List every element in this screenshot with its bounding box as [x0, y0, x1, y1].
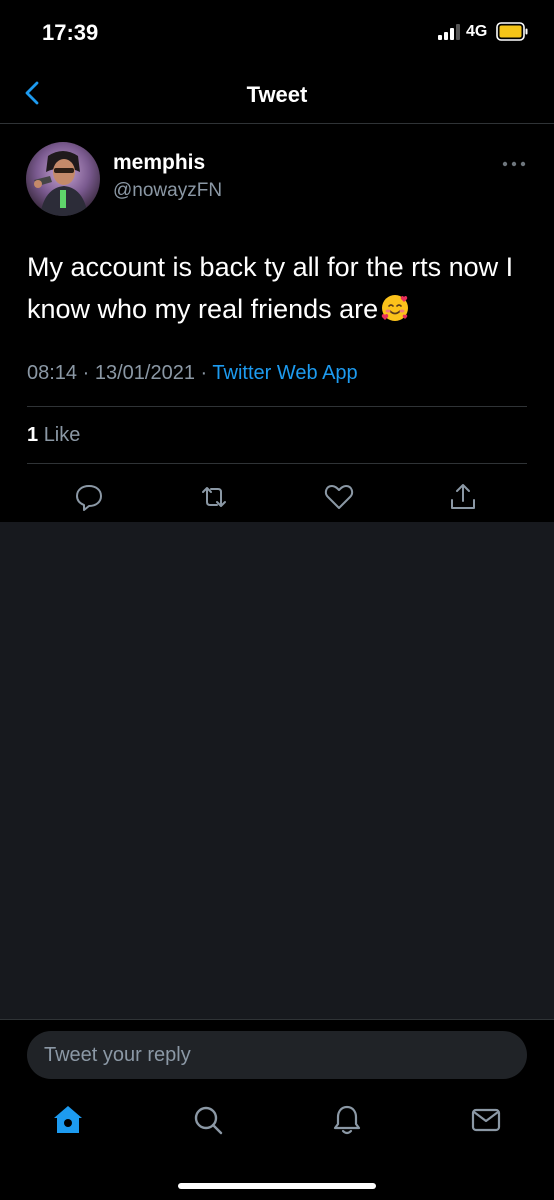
- tweet-actions: [0, 476, 554, 518]
- search-icon[interactable]: [191, 1103, 225, 1137]
- nav-header: Tweet: [0, 66, 554, 124]
- battery-icon: [496, 22, 528, 41]
- tweet-meta: 08:14 · 13/01/2021 · Twitter Web App: [27, 362, 358, 385]
- share-icon[interactable]: [446, 480, 480, 514]
- status-time: 17:39: [42, 20, 99, 45]
- like-count: 1: [27, 424, 39, 446]
- likes-row[interactable]: 1 Like: [27, 424, 80, 447]
- reply-icon[interactable]: [72, 480, 106, 514]
- divider: [27, 463, 527, 464]
- tweet-text: My account is back ty all for the rts no…: [27, 246, 527, 330]
- display-name[interactable]: memphis: [113, 151, 205, 175]
- more-options-icon[interactable]: [502, 160, 526, 168]
- divider: [27, 406, 527, 407]
- tweet-date: 13/01/2021: [94, 362, 195, 384]
- page-title: Tweet: [246, 82, 308, 107]
- user-handle[interactable]: @nowayzFN: [113, 180, 222, 202]
- like-label: Like: [43, 424, 81, 446]
- source-app-link[interactable]: Twitter Web App: [212, 362, 357, 384]
- tweet-time: 08:14: [27, 362, 78, 384]
- meta-separator: ·: [82, 362, 90, 384]
- signal-icon: [438, 24, 460, 40]
- retweet-icon[interactable]: [197, 480, 231, 514]
- avatar[interactable]: [26, 142, 100, 216]
- reply-composer: [0, 1019, 554, 1089]
- notifications-icon[interactable]: [330, 1103, 364, 1137]
- meta-separator-2: ·: [200, 362, 208, 384]
- like-icon[interactable]: [322, 480, 356, 514]
- reply-input[interactable]: [27, 1031, 527, 1079]
- messages-icon[interactable]: [469, 1103, 503, 1137]
- home-indicator: [178, 1183, 376, 1189]
- replies-area: [0, 522, 554, 1019]
- status-bar: 17:39 4G: [0, 0, 554, 66]
- smiling-face-with-hearts-icon: [381, 295, 409, 321]
- tweet-body: My account is back ty all for the rts no…: [27, 252, 514, 324]
- network-label: 4G: [466, 23, 488, 40]
- tab-bar: [0, 1089, 554, 1200]
- tweet-detail: memphis @nowayzFN My account is back ty …: [0, 124, 554, 522]
- home-icon[interactable]: [51, 1103, 85, 1137]
